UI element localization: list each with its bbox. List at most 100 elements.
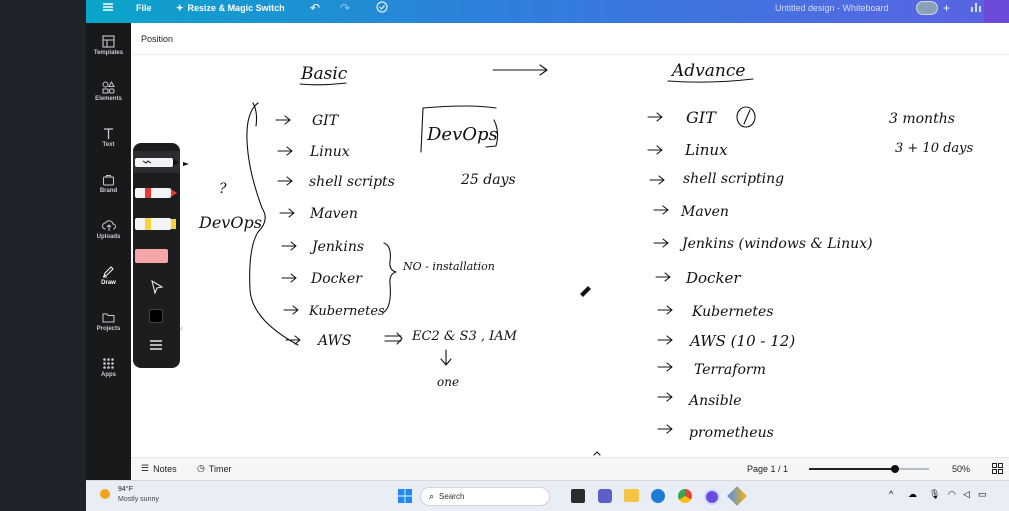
onedrive-icon[interactable]: ☁ (908, 489, 917, 500)
taskbar-search-box[interactable]: ⌕ Search (420, 487, 550, 506)
templates-icon (102, 35, 115, 48)
draw-tool-panel: ‹ (133, 143, 189, 368)
resize-magic-switch-button[interactable]: ✦ Resize & Magic Switch (176, 0, 285, 23)
eraser-tool[interactable] (133, 245, 180, 267)
pointer-arrow-icon (151, 279, 164, 295)
yellow-highlighter-icon (135, 218, 176, 230)
color-swatch[interactable] (149, 309, 163, 323)
sidebar-item-draw[interactable]: Draw (86, 265, 131, 311)
select-tool[interactable] (147, 278, 167, 296)
add-collaborator-icon[interactable]: + (943, 0, 950, 23)
brand-icon (103, 175, 114, 186)
chrome-icon[interactable] (678, 489, 692, 503)
search-label: Search (439, 492, 465, 501)
advance-item: Ansible (687, 393, 742, 409)
gemini-app-icon[interactable] (727, 486, 747, 506)
page-indicator[interactable]: Page 1 / 1 (747, 464, 788, 474)
analytics-icon[interactable] (970, 0, 982, 23)
draw-icon (103, 266, 114, 278)
sidebar-item-templates[interactable]: Templates (86, 35, 131, 81)
zoom-slider-fill (809, 468, 896, 470)
one-note: one (437, 375, 459, 389)
advance-heading: Advance (670, 61, 745, 81)
notes-button[interactable]: ☰ Notes (141, 463, 177, 474)
basic-item: Jenkins (309, 239, 364, 255)
advance-arrows (647, 112, 673, 434)
share-button[interactable] (984, 0, 1009, 23)
advance-item: Terraform (694, 362, 766, 378)
zoom-percent[interactable]: 50% (952, 464, 970, 474)
grid-view-icon[interactable] (992, 463, 1003, 476)
wifi-icon[interactable]: ◠ (948, 489, 956, 500)
cloud-saved-icon[interactable] (375, 0, 389, 23)
top-bar: File ✦ Resize & Magic Switch ↶ ↷ Untitle… (86, 0, 1009, 23)
microphone-icon[interactable]: 🎙 (929, 489, 940, 500)
sidebar-item-elements[interactable]: Elements (86, 81, 131, 127)
undo-icon[interactable]: ↶ (310, 0, 320, 23)
elements-icon (102, 81, 115, 94)
sidebar-item-uploads[interactable]: Uploads (86, 219, 131, 265)
advance-item: Jenkins (windows & Linux) (679, 236, 873, 252)
devops-side-label: DevOps (198, 213, 262, 232)
uploads-icon (101, 220, 116, 231)
highlighter-tool[interactable] (133, 213, 180, 235)
redo-icon[interactable]: ↷ (340, 0, 350, 23)
timer-icon: ◷ (197, 463, 205, 473)
file-menu[interactable]: File (136, 0, 152, 23)
teams-icon[interactable] (598, 489, 612, 503)
zoom-slider[interactable] (809, 465, 929, 473)
taskview-icon[interactable] (571, 489, 585, 503)
pen-tool-selected[interactable] (133, 151, 180, 173)
weather-icon[interactable] (98, 487, 112, 506)
zoom-slider-handle[interactable] (891, 465, 900, 473)
no-install-note: NO - installation (402, 260, 495, 273)
file-explorer-icon[interactable] (624, 489, 639, 502)
collapse-chevron-icon[interactable] (593, 451, 601, 456)
resize-label: Resize & Magic Switch (187, 3, 285, 13)
basic-heading: Basic (300, 64, 348, 84)
volume-icon[interactable]: ◁ (963, 489, 970, 500)
apps-icon (103, 358, 114, 369)
whiteboard-canvas[interactable]: Basic Advance ? DevOps GIT Linux shell s… (131, 55, 1009, 457)
basic-item: Linux (309, 144, 350, 160)
position-button[interactable]: Position (141, 34, 173, 44)
notes-icon: ☰ (141, 463, 150, 473)
eraser-icon (135, 249, 168, 263)
marker-pen-icon (135, 158, 179, 167)
stroke-weight-tool[interactable] (147, 338, 165, 352)
desktop-edge (0, 0, 86, 511)
sparkle-icon: ✦ (176, 3, 184, 13)
collapse-panel-icon[interactable]: ‹ (180, 323, 183, 333)
bottom-bar: ☰ Notes ◷ Timer Page 1 / 1 50% (131, 457, 1009, 480)
timer-button[interactable]: ◷ Timer (197, 463, 232, 474)
advance-item: Kubernetes (691, 304, 774, 320)
down-arrow (440, 349, 452, 366)
sidebar-item-label: Draw (101, 280, 116, 286)
sidebar-item-label: Brand (99, 188, 118, 194)
advance-item: prometheus (689, 425, 774, 441)
red-marker-tool[interactable] (133, 183, 180, 203)
menu-icon[interactable] (102, 0, 114, 23)
sidebar-item-label: Uploads (96, 234, 121, 240)
selected-indicator (183, 162, 189, 166)
devops-box-label: DevOps (426, 124, 498, 145)
tray-chevron-icon[interactable]: ^ (889, 489, 893, 499)
advance-item: Maven (680, 204, 729, 220)
canva-icon[interactable] (704, 489, 720, 505)
sidebar-item-apps[interactable]: Apps (86, 357, 131, 403)
weather-desc: Mostly sunny (118, 496, 159, 503)
avatar[interactable] (916, 0, 938, 23)
sidebar-item-brand[interactable]: Brand (86, 173, 131, 219)
start-button-icon[interactable] (398, 489, 412, 508)
document-title[interactable]: Untitled design - Whiteboard (775, 0, 889, 23)
sidebar-item-projects[interactable]: Projects (86, 311, 131, 357)
sidebar-item-text[interactable]: Text (86, 127, 131, 173)
sidebar-item-label: Apps (101, 372, 116, 378)
basic-item: Maven (309, 206, 358, 222)
plus-days-note: 3 + 10 days (895, 141, 974, 156)
brace-tick (252, 102, 258, 127)
edge-browser-icon[interactable] (651, 489, 665, 503)
no-install-brace (383, 242, 397, 313)
context-toolbar: Position (131, 23, 1009, 55)
battery-icon[interactable]: ▭ (978, 489, 987, 500)
